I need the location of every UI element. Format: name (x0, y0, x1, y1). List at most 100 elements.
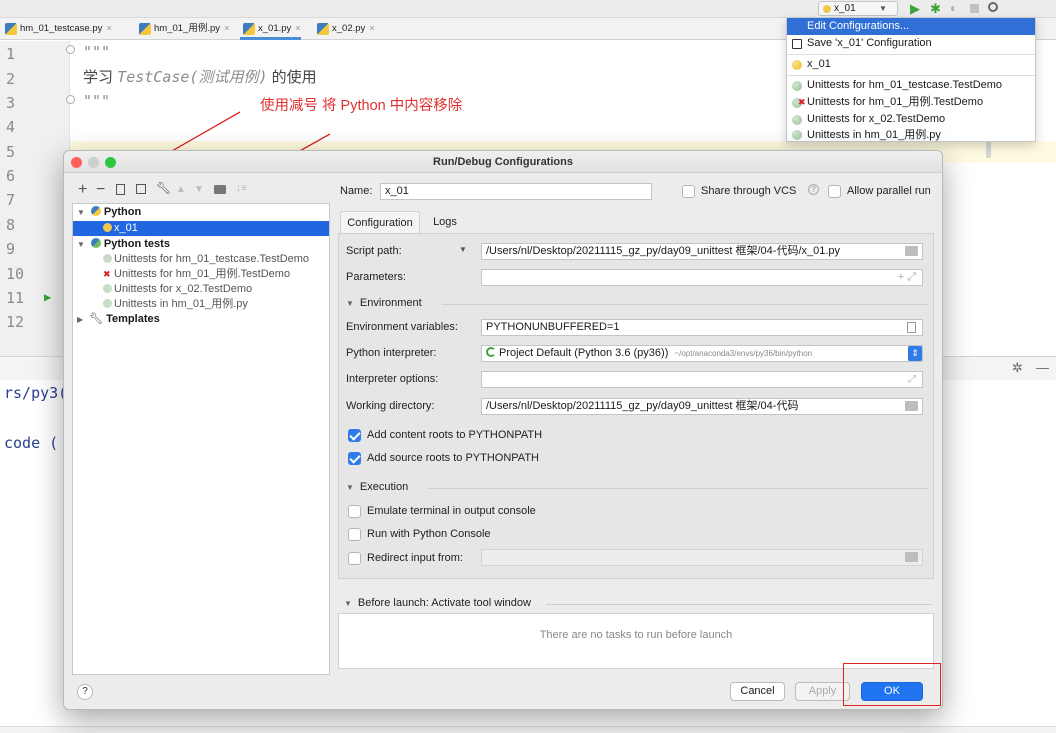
remove-icon[interactable]: − (96, 181, 105, 199)
tree-item-label: Python tests (103, 238, 170, 250)
tree-item-x01[interactable]: x_01 (73, 221, 329, 236)
folder-icon[interactable] (905, 401, 918, 411)
tree-group-templates[interactable]: ▶ 🔧︎ Templates (73, 312, 329, 327)
wrench-icon[interactable]: 🔧︎ (156, 181, 171, 195)
expand-field-icon[interactable]: ⤢ (908, 372, 916, 387)
script-path-input[interactable]: /Users/nl/Desktop/20211115_gz_py/day09_u… (481, 243, 923, 260)
parameters-input[interactable]: + ⤢ (481, 269, 923, 286)
interpreter-select[interactable]: Project Default (Python 3.6 (py36)) ~/op… (481, 345, 923, 362)
add-icon[interactable]: + (78, 181, 87, 199)
expand-icon[interactable]: ▶ (77, 315, 83, 324)
configuration-panel: Script path: ▼ /Users/nl/Desktop/2021111… (338, 233, 934, 579)
tree-item-label: x_01 (114, 222, 138, 234)
minimize-window-button[interactable] (88, 157, 99, 168)
move-down-icon[interactable]: ▼ (194, 184, 204, 195)
section-label: Before launch: Activate tool window (357, 597, 531, 609)
share-vcs-checkbox[interactable] (682, 185, 695, 198)
tree-item-unittest[interactable]: Unittests for hm_01_testcase.TestDemo (73, 252, 329, 267)
help-icon[interactable]: ? (808, 184, 819, 195)
chevron-down-icon[interactable]: ▼ (459, 245, 467, 254)
env-vars-value: PYTHONUNBUFFERED=1 (486, 321, 620, 333)
add-source-roots-label: Add source roots to PYTHONPATH (367, 452, 539, 464)
sort-icon[interactable]: ↓≡ (236, 183, 247, 194)
name-input[interactable]: x_01 (380, 183, 652, 200)
run-debug-configurations-dialog: Run/Debug Configurations + − 🔧︎ ▲ ▼ ↓≡ ▼… (63, 150, 943, 710)
env-vars-input[interactable]: PYTHONUNBUFFERED=1 (481, 319, 923, 336)
run-with-console-checkbox[interactable] (348, 528, 361, 541)
tree-item-label: Unittests in hm_01_用例.py (114, 298, 248, 310)
expand-icon[interactable]: ▼ (77, 208, 85, 217)
no-tasks-text: There are no tasks to run before launch (539, 629, 733, 641)
zoom-window-button[interactable] (105, 157, 116, 168)
redirect-input-checkbox[interactable] (348, 552, 361, 565)
redirect-input-label: Redirect input from: (367, 552, 463, 564)
tree-item-unittest[interactable]: ✖ Unittests for hm_01_用例.TestDemo (73, 267, 329, 282)
expand-icon: ▼ (346, 299, 354, 308)
help-button[interactable]: ? (77, 684, 93, 700)
tree-item-unittest[interactable]: Unittests in hm_01_用例.py (73, 297, 329, 312)
script-path-value: /Users/nl/Desktop/20211115_gz_py/day09_u… (486, 245, 841, 257)
tab-logs[interactable]: Logs (426, 211, 464, 233)
cancel-button[interactable]: Cancel (730, 682, 785, 701)
redirect-input-field[interactable] (481, 549, 923, 566)
working-dir-value: /Users/nl/Desktop/20211115_gz_py/day09_u… (486, 400, 799, 412)
save-icon[interactable] (136, 184, 146, 194)
close-window-button[interactable] (71, 157, 82, 168)
before-launch-list[interactable]: There are no tasks to run before launch (338, 613, 934, 669)
section-label: Execution (359, 481, 409, 493)
dialog-title: Run/Debug Configurations (64, 151, 942, 173)
tree-item-unittest[interactable]: Unittests for x_02.TestDemo (73, 282, 329, 297)
env-vars-label: Environment variables: (346, 321, 458, 333)
tab-label: Logs (433, 216, 457, 228)
allow-parallel-checkbox[interactable] (828, 185, 841, 198)
interpreter-value: Project Default (Python 3.6 (py36)) (499, 347, 669, 359)
execution-section[interactable]: ▼ Execution (346, 481, 930, 493)
folder-icon[interactable] (214, 185, 226, 194)
ok-highlight-box (843, 663, 941, 706)
tree-group-python-tests[interactable]: ▼ Python tests (73, 237, 329, 252)
run-with-console-label: Run with Python Console (367, 528, 491, 540)
parameters-label: Parameters: (346, 271, 406, 283)
interpreter-label: Python interpreter: (346, 347, 437, 359)
unittest-error-icon: ✖ (103, 269, 111, 279)
tree-item-label: Unittests for x_02.TestDemo (114, 283, 253, 295)
tree-item-label: Templates (106, 313, 160, 325)
move-up-icon[interactable]: ▲ (176, 184, 186, 195)
tab-configuration[interactable]: Configuration (340, 211, 420, 233)
unittest-icon (103, 254, 112, 263)
tree-item-label: Unittests for hm_01_testcase.TestDemo (114, 253, 310, 265)
apply-button[interactable]: Apply (795, 682, 850, 701)
expand-field-icon[interactable]: + ⤢ (898, 270, 916, 285)
interp-options-input[interactable]: ⤢ (481, 371, 923, 388)
working-dir-input[interactable]: /Users/nl/Desktop/20211115_gz_py/day09_u… (481, 398, 923, 415)
project-default-icon (486, 347, 496, 357)
interpreter-path: ~/opt/anaconda3/envs/py36/bin/python (674, 349, 813, 358)
copy-icon[interactable] (116, 184, 125, 195)
unittest-icon (103, 299, 112, 308)
emulate-terminal-checkbox[interactable] (348, 505, 361, 518)
interp-options-label: Interpreter options: (346, 373, 439, 385)
python-icon (90, 206, 101, 216)
folder-icon[interactable] (905, 246, 918, 256)
before-launch-section[interactable]: ▼ Before launch: Activate tool window (344, 597, 934, 609)
configurations-tree: ▼ Python x_01 ▼ Python tests Unittests for… (72, 203, 330, 675)
tree-item-label: Unittests for hm_01_用例.TestDemo (114, 268, 291, 280)
python-tests-icon (90, 238, 101, 248)
expand-icon[interactable]: ▼ (77, 240, 85, 249)
share-vcs-label: Share through VCS (701, 185, 797, 197)
select-arrows-icon[interactable]: ⇕ (908, 346, 922, 361)
add-content-roots-label: Add content roots to PYTHONPATH (367, 429, 543, 441)
unittest-icon (103, 284, 112, 293)
add-content-roots-checkbox[interactable] (348, 429, 361, 442)
expand-icon: ▼ (346, 483, 354, 492)
tree-item-label: Python (103, 206, 142, 218)
environment-section[interactable]: ▼ Environment (346, 297, 930, 309)
folder-icon[interactable] (905, 552, 918, 562)
allow-parallel-label: Allow parallel run (847, 185, 931, 197)
tree-group-python[interactable]: ▼ Python (73, 205, 329, 220)
edit-env-icon[interactable] (907, 322, 916, 333)
add-source-roots-checkbox[interactable] (348, 452, 361, 465)
expand-icon: ▼ (344, 599, 352, 608)
emulate-terminal-label: Emulate terminal in output console (367, 505, 536, 517)
section-label: Environment (359, 297, 422, 309)
